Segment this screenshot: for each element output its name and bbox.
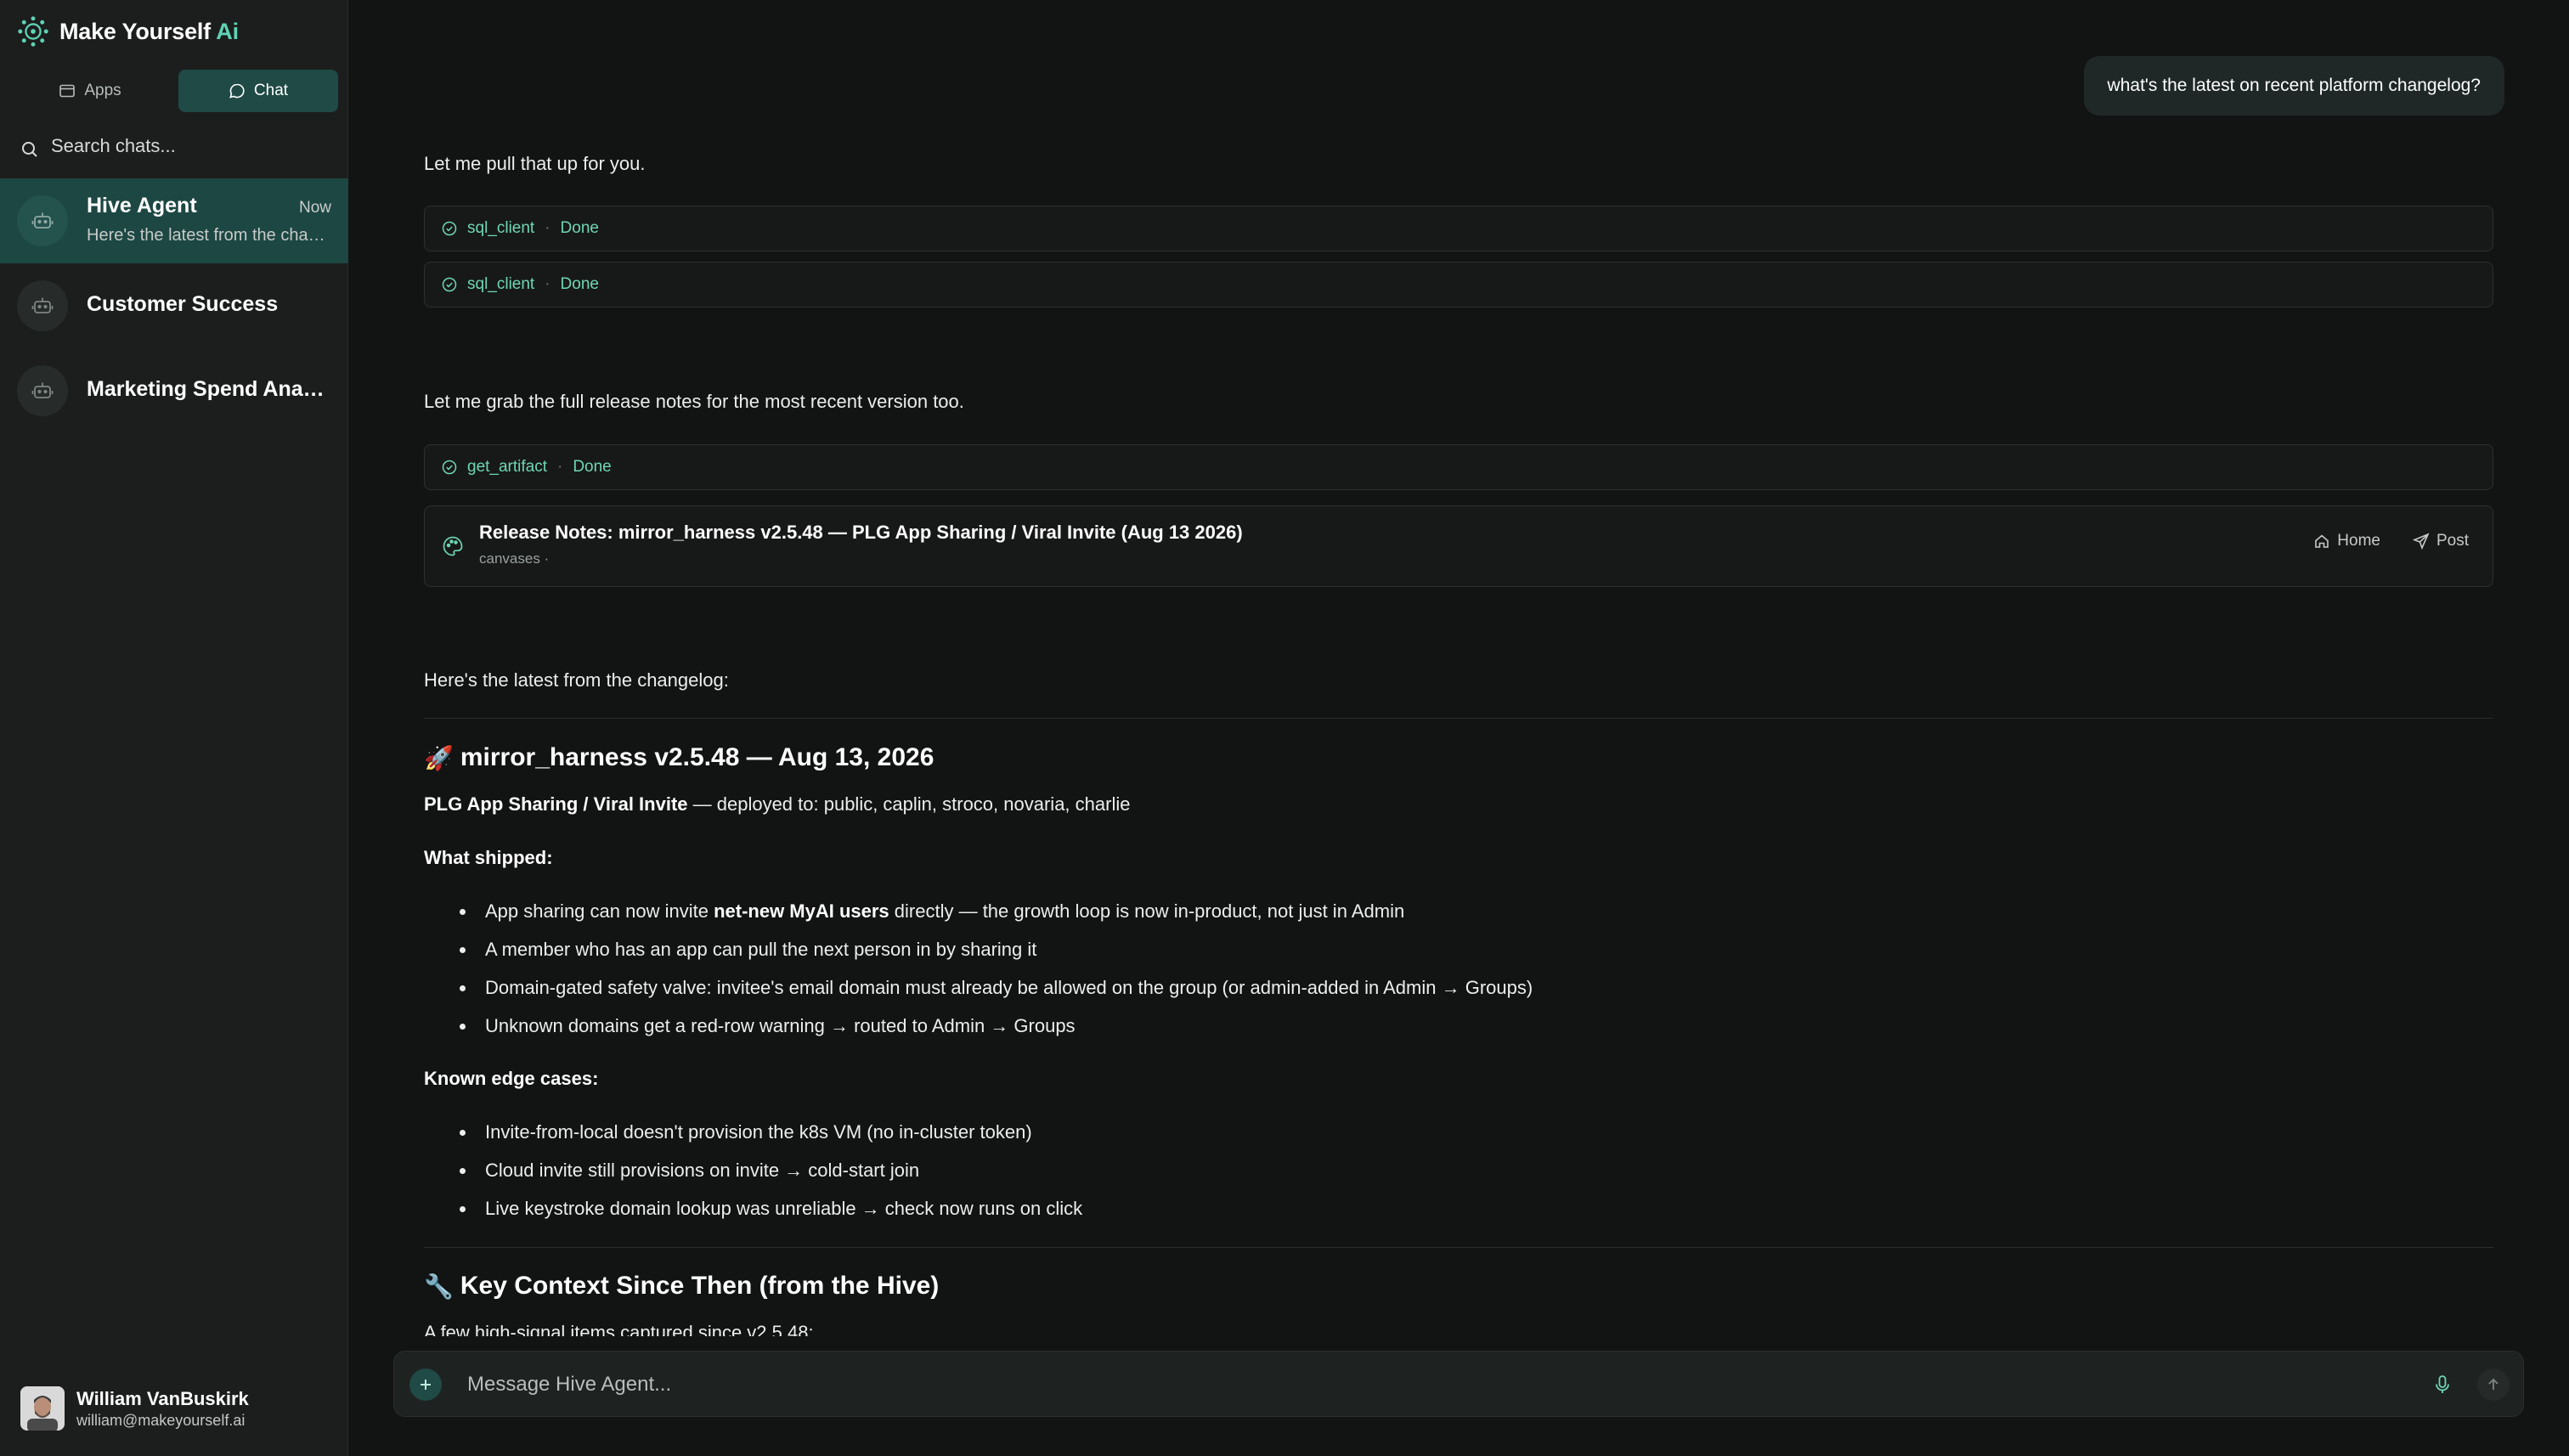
user-photo bbox=[20, 1386, 65, 1431]
list-item: Cloud invite still provisions on invite … bbox=[460, 1155, 2493, 1194]
plus-icon bbox=[421, 1380, 431, 1390]
user-message: what's the latest on recent platform cha… bbox=[2083, 56, 2504, 116]
robot-icon bbox=[31, 382, 54, 398]
tool-name: sql_client bbox=[467, 275, 535, 293]
user-name: William VanBuskirk bbox=[76, 1387, 249, 1409]
edge-cases-label: Known edge cases: bbox=[424, 1068, 599, 1089]
context-intro: A few high-signal items captured since v… bbox=[424, 1322, 814, 1336]
search-input[interactable] bbox=[51, 135, 306, 157]
chat-search bbox=[20, 129, 335, 163]
chat-list: Hive Agent Now Here's the latest from th… bbox=[0, 178, 348, 433]
message-composer bbox=[393, 1351, 2524, 1417]
edge-cases-list: Invite-from-local doesn't provision the … bbox=[424, 1117, 2493, 1232]
context-heading: 🔧 Key Context Since Then (from the Hive) bbox=[424, 1272, 940, 1300]
check-circle-icon bbox=[442, 277, 457, 292]
chat-item-customer-success[interactable]: Customer Success bbox=[0, 263, 348, 348]
tab-apps[interactable]: Apps bbox=[10, 70, 170, 112]
chat-preview: Here's the latest from the changelog: bbox=[87, 226, 331, 245]
sidebar: Make Yourself Ai Apps Chat Hive Agent No… bbox=[0, 0, 348, 1456]
check-circle-icon bbox=[442, 221, 457, 236]
bot-avatar bbox=[17, 280, 68, 331]
divider bbox=[424, 718, 2493, 719]
tool-call[interactable]: sql_client · Done bbox=[424, 262, 2493, 308]
list-item: A member who has an app can pull the nex… bbox=[460, 934, 2493, 973]
attach-button[interactable] bbox=[409, 1369, 442, 1401]
chat-item-marketing-spend[interactable]: Marketing Spend Analysis bbox=[0, 348, 348, 433]
check-circle-icon bbox=[442, 460, 457, 475]
tool-name: sql_client bbox=[467, 219, 535, 237]
robot-icon bbox=[31, 297, 54, 313]
bot-avatar bbox=[17, 365, 68, 416]
chat-title: Customer Success bbox=[87, 292, 279, 316]
home-icon bbox=[2315, 534, 2329, 548]
list-item: Invite-from-local doesn't provision the … bbox=[460, 1117, 2493, 1155]
user-info: William VanBuskirk william@makeyourself.… bbox=[76, 1388, 249, 1430]
tool-call[interactable]: sql_client · Done bbox=[424, 206, 2493, 251]
chat-time: Now bbox=[298, 199, 331, 217]
chat-main: what's the latest on recent platform cha… bbox=[349, 0, 2569, 1456]
user-profile[interactable]: William VanBuskirk william@makeyourself.… bbox=[20, 1385, 249, 1432]
chat-item-hive-agent[interactable]: Hive Agent Now Here's the latest from th… bbox=[0, 178, 348, 263]
shipped-label: What shipped: bbox=[424, 847, 553, 868]
shipped-list: App sharing can now invite net-new MyAI … bbox=[424, 896, 2493, 1049]
release-feature: PLG App Sharing / Viral Invite — deploye… bbox=[424, 793, 1131, 815]
brand-name: Make Yourself Ai bbox=[59, 18, 239, 44]
message-input[interactable] bbox=[467, 1367, 2404, 1402]
list-item: Unknown domains get a red-row warning → … bbox=[460, 1011, 2493, 1049]
list-item: Domain-gated safety valve: invitee's ema… bbox=[460, 973, 2493, 1011]
palette-icon bbox=[443, 536, 463, 556]
microphone-icon[interactable] bbox=[2431, 1374, 2453, 1396]
user-email: william@makeyourself.ai bbox=[76, 1411, 246, 1429]
tab-chat[interactable]: Chat bbox=[178, 70, 338, 112]
assistant-followup: Let me grab the full release notes for t… bbox=[424, 391, 964, 412]
chat-title: Hive Agent bbox=[87, 194, 197, 217]
release-heading: 🚀 mirror_harness v2.5.48 — Aug 13, 2026 bbox=[424, 743, 934, 771]
artifact-title: Release Notes: mirror_harness v2.5.48 — … bbox=[479, 522, 1243, 543]
artifact-card[interactable]: Release Notes: mirror_harness v2.5.48 — … bbox=[424, 505, 2493, 587]
send-icon bbox=[2412, 533, 2430, 550]
search-icon bbox=[22, 142, 37, 157]
artifact-post-button[interactable]: Post bbox=[2412, 532, 2469, 550]
list-item: App sharing can now invite net-new MyAI … bbox=[460, 896, 2493, 934]
bot-avatar bbox=[17, 195, 68, 246]
artifact-actions: Home Post bbox=[2313, 532, 2469, 550]
robot-icon bbox=[31, 212, 54, 229]
tool-name: get_artifact bbox=[467, 458, 547, 476]
window-icon bbox=[59, 84, 76, 98]
wrench-icon: 🔧 bbox=[424, 1273, 454, 1300]
divider bbox=[424, 1247, 2493, 1248]
send-button[interactable] bbox=[2477, 1369, 2510, 1401]
list-item: Live keystroke domain lookup was unrelia… bbox=[460, 1194, 2493, 1232]
artifact-home-button[interactable]: Home bbox=[2313, 532, 2380, 550]
sidebar-tabs: Apps Chat bbox=[10, 70, 338, 112]
chat-bubble-icon bbox=[229, 83, 245, 99]
tool-status: Done bbox=[560, 275, 599, 293]
brand[interactable]: Make Yourself Ai bbox=[17, 15, 239, 48]
brand-logo-icon bbox=[18, 16, 48, 47]
tool-status: Done bbox=[573, 458, 612, 476]
summary-intro: Here's the latest from the changelog: bbox=[424, 669, 729, 691]
artifact-subtitle: canvases · bbox=[479, 550, 550, 567]
tool-call[interactable]: get_artifact · Done bbox=[424, 444, 2493, 490]
tool-status: Done bbox=[560, 219, 599, 237]
assistant-intro: Let me pull that up for you. bbox=[424, 153, 646, 174]
chat-title: Marketing Spend Analysis bbox=[87, 377, 325, 401]
arrow-up-icon bbox=[2488, 1378, 2498, 1390]
avatar bbox=[20, 1386, 65, 1431]
rocket-icon: 🚀 bbox=[424, 744, 454, 771]
